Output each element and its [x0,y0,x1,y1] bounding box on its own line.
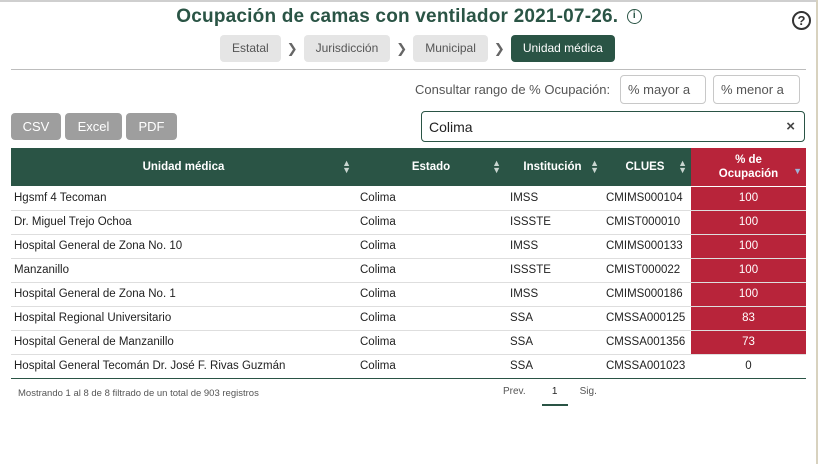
breadcrumb-municipal[interactable]: Municipal [413,35,488,62]
cell-unidad: Hospital General de Zona No. 10 [14,240,183,252]
breadcrumb: Estatal ❯ Jurisdicción ❯ Municipal ❯ Uni… [220,35,615,62]
min-occupancy-input[interactable]: % mayor a [620,75,706,104]
page-1-button[interactable]: 1 [541,386,568,406]
sort-icon: ▲ ▼ [342,158,351,175]
title-row: Ocupación de camas con ventilador 2021-0… [0,6,818,28]
cell-clues: CMIMS000104 [606,192,683,204]
cell-ocupacion: 100 [691,235,806,258]
cell-estado: Colima [360,312,396,324]
column-header-institucion-label: Institución [523,161,582,173]
sort-icon: ▲ ▼ [678,158,687,175]
excel-button[interactable]: Excel [65,113,122,140]
sort-icon: ▲ ▼ [590,158,599,175]
cell-clues: CMSSA001356 [606,336,686,348]
page-title: Ocupación de camas con ventilador 2021-0… [176,6,619,27]
table-info: Mostrando 1 al 8 de 8 filtrado de un tot… [18,388,259,399]
cell-institucion: SSA [510,336,534,348]
column-header-estado-label: Estado [411,161,451,173]
cell-clues: CMIMS000133 [606,240,683,252]
column-header-ocupacion[interactable]: % de Ocupación ▼ [691,148,806,186]
column-header-ocupacion-label: % de Ocupación [718,154,779,180]
cell-estado: Colima [360,360,396,372]
column-header-estado[interactable]: Estado ▲ ▼ [356,148,506,186]
cell-institucion: SSA [510,312,534,324]
chevron-right-icon: ❯ [286,40,298,56]
cell-unidad: Hospital General de Manzanillo [14,336,174,348]
cell-ocupacion: 100 [691,283,806,306]
cell-ocupacion: 100 [691,211,806,234]
cell-ocupacion: 83 [691,307,806,330]
table-header: Unidad médica ▲ ▼ Estado ▲ ▼ Institución ▲… [11,148,806,186]
range-label: Consultar rango de % Ocupación: [415,82,611,97]
table-row[interactable]: Hgsmf 4 Tecoman Colima IMSS CMIMS000104 … [11,187,806,211]
table-row[interactable]: Hospital General de Manzanillo Colima SS… [11,331,806,355]
pagination: Prev. 1 Sig. [503,386,597,406]
cell-institucion: IMSS [510,192,539,204]
table-row[interactable]: Hospital Regional Universitario Colima S… [11,307,806,331]
table-body: Hgsmf 4 Tecoman Colima IMSS CMIMS000104 … [11,187,806,379]
cell-unidad: Hospital General Tecomán Dr. José F. Riv… [14,360,286,372]
cell-estado: Colima [360,216,396,228]
csv-button[interactable]: CSV [11,113,61,140]
cell-estado: Colima [360,336,396,348]
table-row[interactable]: Hospital General de Zona No. 1 Colima IM… [11,283,806,307]
cell-clues: CMIST000022 [606,264,681,276]
table-row[interactable]: Manzanillo Colima ISSSTE CMIST000022 100 [11,259,806,283]
cell-unidad: Hospital General de Zona No. 1 [14,288,176,300]
column-header-clues[interactable]: CLUES ▲ ▼ [599,148,691,186]
cell-unidad: Dr. Miguel Trejo Ochoa [14,216,132,228]
cell-ocupacion: 73 [691,331,806,354]
next-page-button[interactable]: Sig. [580,386,597,397]
cell-unidad: Manzanillo [14,264,69,276]
chevron-right-icon: ❯ [493,40,505,56]
breadcrumb-unidad-medica[interactable]: Unidad médica [510,35,615,62]
search-value: Colima [429,119,473,135]
cell-clues: CMSSA001023 [606,360,686,372]
cell-institucion: IMSS [510,240,539,252]
cell-estado: Colima [360,240,396,252]
divider [11,69,806,70]
pdf-button[interactable]: PDF [126,113,177,140]
cell-ocupacion: 0 [745,360,752,372]
sort-icon: ▲ ▼ [492,158,501,175]
cell-unidad: Hgsmf 4 Tecoman [14,192,107,204]
chevron-right-icon: ❯ [396,40,408,56]
info-icon[interactable]: i [626,9,642,24]
column-header-clues-label: CLUES [625,161,665,173]
sort-desc-icon: ▼ [793,166,802,176]
breadcrumb-estatal[interactable]: Estatal [220,35,281,62]
top-border [0,0,818,2]
cell-ocupacion: 100 [691,187,806,210]
max-occupancy-input[interactable]: % menor a [713,75,800,104]
cell-institucion: IMSS [510,288,539,300]
column-header-unidad[interactable]: Unidad médica ▲ ▼ [11,148,356,186]
cell-clues: CMIMS000186 [606,288,683,300]
breadcrumb-jurisdiccion[interactable]: Jurisdicción [303,35,391,62]
table-row[interactable]: Dr. Miguel Trejo Ochoa Colima ISSSTE CMI… [11,211,806,235]
cell-unidad: Hospital Regional Universitario [14,312,172,324]
table-row[interactable]: Hospital General Tecomán Dr. José F. Riv… [11,355,806,379]
prev-page-button[interactable]: Prev. [503,386,526,397]
table-row[interactable]: Hospital General de Zona No. 10 Colima I… [11,235,806,259]
cell-estado: Colima [360,264,396,276]
cell-ocupacion: 100 [691,259,806,282]
cell-estado: Colima [360,288,396,300]
cell-clues: CMSSA000125 [606,312,686,324]
cell-institucion: SSA [510,360,534,372]
close-icon[interactable]: × [786,118,795,135]
search-input[interactable]: Colima × [421,111,805,142]
help-icon[interactable]: ? [792,11,811,30]
cell-clues: CMIST000010 [606,216,681,228]
column-header-institucion[interactable]: Institución ▲ ▼ [506,148,599,186]
column-header-unidad-label: Unidad médica [142,161,225,173]
cell-institucion: ISSSTE [510,216,551,228]
cell-estado: Colima [360,192,396,204]
cell-institucion: ISSSTE [510,264,551,276]
